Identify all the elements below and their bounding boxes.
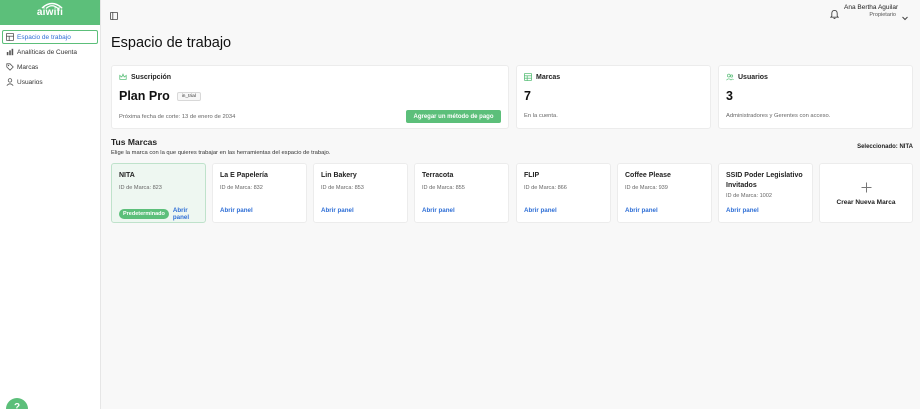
brand-id: ID de Marca: 939: [625, 185, 668, 192]
brands-stat-heading-label: Marcas: [536, 73, 561, 81]
table-icon: [524, 73, 532, 81]
brand-card[interactable]: FLIP ID de Marca: 866 Abrir panel: [516, 163, 611, 223]
user-name: Ana Bertha Aguilar: [844, 4, 899, 11]
wifi-arc-icon: [41, 2, 63, 9]
user-role: Propietario: [869, 12, 896, 18]
create-brand-card[interactable]: Crear Nueva Marca: [819, 163, 913, 223]
users-stat-heading: Usuarios: [726, 73, 905, 81]
sidebar-item-analiticas[interactable]: Analíticas de Cuenta: [2, 45, 98, 59]
sidebar-item-usuarios[interactable]: Usuarios: [2, 75, 98, 89]
brand-name: La E Papelería: [220, 172, 268, 179]
brand-card[interactable]: Coffee Please ID de Marca: 939 Abrir pan…: [617, 163, 712, 223]
open-panel-link[interactable]: Abrir panel: [173, 207, 205, 221]
brand-id: ID de Marca: 866: [524, 185, 567, 192]
open-panel-link[interactable]: Abrir panel: [422, 207, 455, 214]
main-content: Espacio de trabajo Suscripción Plan Pro …: [101, 24, 920, 409]
sidebar-item-marcas[interactable]: Marcas: [2, 60, 98, 74]
bell-icon[interactable]: [829, 6, 840, 19]
plus-icon: [861, 181, 872, 195]
subscription-heading-label: Suscripción: [131, 73, 172, 81]
brands-stat-desc: En la cuenta.: [524, 113, 558, 119]
brand-card[interactable]: La E Papelería ID de Marca: 832 Abrir pa…: [212, 163, 307, 223]
chevron-down-icon[interactable]: [902, 8, 908, 21]
sidebar-item-label: Espacio de trabajo: [17, 33, 71, 41]
brand-id: ID de Marca: 823: [119, 185, 162, 192]
sidebar-nav: Espacio de trabajo Analíticas de Cuenta …: [0, 25, 100, 89]
brand-name: Terracota: [422, 172, 454, 179]
brand-card[interactable]: SSID Poder Legislativo Invitados ID de M…: [718, 163, 813, 223]
help-button-label: ?: [13, 402, 21, 409]
brand-name: Coffee Please: [625, 172, 671, 179]
brand-actions: Abrir panel: [220, 207, 253, 214]
open-panel-link[interactable]: Abrir panel: [321, 207, 354, 214]
user-menu[interactable]: Ana Bertha Aguilar Propietario: [844, 4, 899, 18]
default-badge: Predeterminado: [119, 209, 169, 219]
crown-icon: [119, 73, 127, 81]
tags-icon: [6, 63, 14, 71]
sidebar-item-label: Analíticas de Cuenta: [17, 48, 77, 56]
brand-name: FLIP: [524, 172, 540, 179]
users-count: 3: [726, 89, 733, 103]
brand-card[interactable]: Lin Bakery ID de Marca: 853 Abrir panel: [313, 163, 408, 223]
page-title: Espacio de trabajo: [111, 35, 232, 51]
subscription-card: Suscripción Plan Pro in_trial Próxima fe…: [111, 65, 509, 129]
brands-stat-card: Marcas 7 En la cuenta.: [516, 65, 711, 129]
brand-name: SSID Poder Legislativo Invitados: [726, 172, 803, 190]
brand-card[interactable]: Terracota ID de Marca: 855 Abrir panel: [414, 163, 509, 223]
brand-card[interactable]: NITA ID de Marca: 823 Predeterminado Abr…: [111, 163, 206, 223]
grid-icon: [6, 33, 14, 41]
users-icon: [726, 73, 734, 81]
open-panel-link[interactable]: Abrir panel: [625, 207, 658, 214]
user-icon: [6, 78, 14, 86]
brand-actions: Abrir panel: [524, 207, 557, 214]
brands-count: 7: [524, 89, 531, 103]
subscription-heading: Suscripción: [119, 73, 501, 81]
open-panel-link[interactable]: Abrir panel: [524, 207, 557, 214]
logo[interactable]: aiwifi: [0, 0, 100, 25]
open-panel-link[interactable]: Abrir panel: [726, 207, 759, 214]
users-stat-desc: Administradores y Gerentes con acceso.: [726, 113, 831, 119]
sidebar: aiwifi Espacio de trabajo Analíticas de …: [0, 0, 101, 409]
sidebar-toggle-icon[interactable]: [110, 7, 118, 20]
next-billing-date: Próxima fecha de corte: 13 de enero de 2…: [119, 114, 236, 120]
plan-status-badge: in_trial: [176, 91, 201, 101]
create-brand-label: Crear Nueva Marca: [836, 198, 896, 206]
brand-actions: Abrir panel: [726, 207, 759, 214]
brand-id: ID de Marca: 853: [321, 185, 364, 192]
brands-stat-heading: Marcas: [524, 73, 703, 81]
sidebar-item-espacio-de-trabajo[interactable]: Espacio de trabajo: [2, 30, 98, 44]
brand-id: ID de Marca: 855: [422, 185, 465, 192]
plan-name: Plan Pro: [119, 89, 170, 103]
brand-actions: Predeterminado Abrir panel: [119, 207, 205, 221]
selected-brand-label: Seleccionado: NITA: [857, 144, 913, 150]
brand-name: NITA: [119, 172, 135, 179]
topbar: Ana Bertha Aguilar Propietario: [101, 0, 920, 24]
brand-actions: Abrir panel: [625, 207, 658, 214]
brand-id: ID de Marca: 832: [220, 185, 263, 192]
brand-name: Lin Bakery: [321, 172, 357, 179]
add-payment-method-button[interactable]: Agregar un método de pago: [406, 110, 501, 123]
bar-chart-icon: [6, 48, 14, 56]
users-stat-heading-label: Usuarios: [738, 73, 768, 81]
brand-id: ID de Marca: 1002: [726, 193, 773, 200]
brands-section-title: Tus Marcas: [111, 137, 158, 147]
brands-section-subtitle: Elige la marca con la que quieres trabaj…: [111, 150, 331, 156]
brand-actions: Abrir panel: [321, 207, 354, 214]
open-panel-link[interactable]: Abrir panel: [220, 207, 253, 214]
plan-row: Plan Pro in_trial: [119, 89, 501, 103]
sidebar-item-label: Usuarios: [17, 78, 43, 86]
sidebar-item-label: Marcas: [17, 63, 39, 71]
brand-actions: Abrir panel: [422, 207, 455, 214]
users-stat-card: Usuarios 3 Administradores y Gerentes co…: [718, 65, 913, 129]
